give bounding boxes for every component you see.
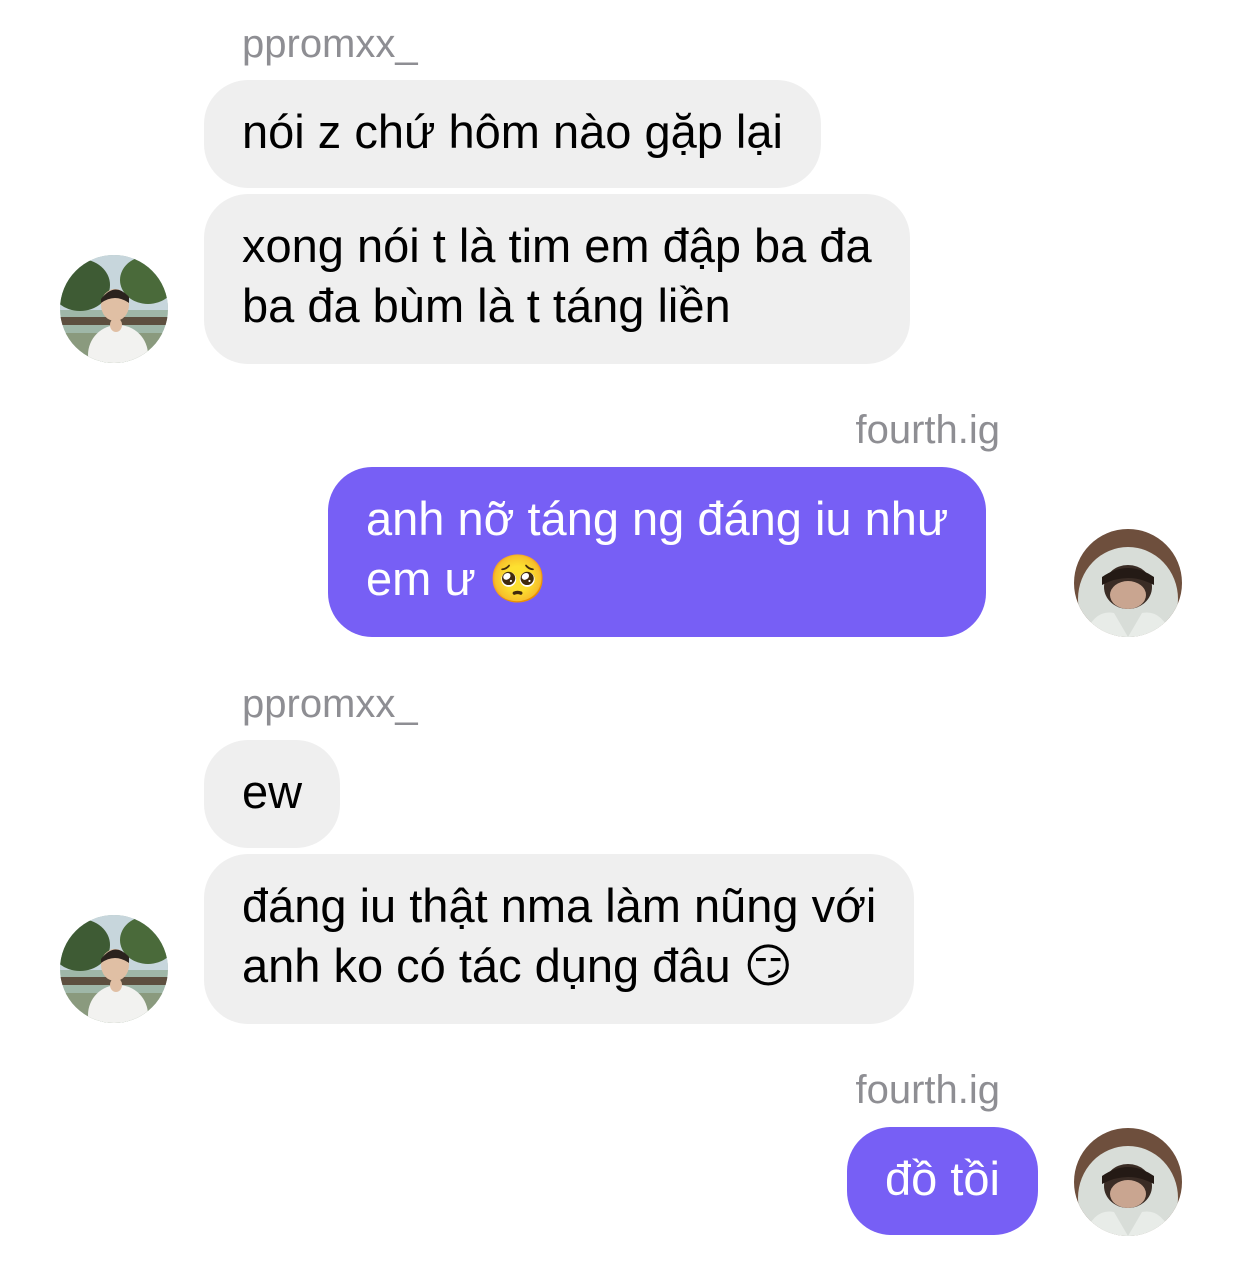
message-bubble-outgoing[interactable]: anh nỡ táng ng đáng iu như em ư 🥺 [328, 467, 987, 637]
avatar[interactable] [1074, 529, 1182, 637]
message-bubble-incoming[interactable]: xong nói t là tim em đập ba đa ba đa bùm… [204, 194, 910, 364]
avatar-photo-hoodie-icon [1074, 1128, 1182, 1236]
sender-label: ppromxx_ [242, 22, 418, 66]
message-text-line: anh nỡ táng ng đáng iu như [366, 492, 949, 545]
sender-label: ppromxx_ [242, 682, 418, 726]
message-text-line: nói z chứ hôm nào gặp lại [242, 105, 783, 158]
message-text-line: đồ tồi [885, 1152, 1000, 1205]
message-bubble-incoming[interactable]: ew [204, 740, 341, 848]
avatar-photo-hoodie-icon [1074, 529, 1182, 637]
message-text-line: xong nói t là tim em đập ba đa [242, 219, 872, 272]
message-bubble-incoming[interactable]: đáng iu thật nma làm nũng với anh ko có … [204, 854, 915, 1024]
message-text-line: ba đa bùm là t táng liền [242, 279, 731, 332]
message-text-line: em ư 🥺 [366, 552, 548, 605]
avatar[interactable] [60, 915, 168, 1023]
avatar[interactable] [1074, 1128, 1182, 1236]
message-text-line: anh ko có tác dụng đâu 😏 [242, 939, 793, 992]
message-bubble-outgoing[interactable]: đồ tồi [847, 1127, 1038, 1235]
sender-label: fourth.ig [855, 1068, 1000, 1112]
message-text-line: ew [242, 765, 303, 818]
avatar[interactable] [60, 255, 168, 363]
avatar-photo-outdoor-icon [60, 255, 168, 363]
sender-label: fourth.ig [855, 408, 1000, 452]
message-text-line: đáng iu thật nma làm nũng với [242, 879, 877, 932]
message-bubble-incoming[interactable]: nói z chứ hôm nào gặp lại [204, 80, 821, 188]
avatar-photo-outdoor-icon [60, 915, 168, 1023]
